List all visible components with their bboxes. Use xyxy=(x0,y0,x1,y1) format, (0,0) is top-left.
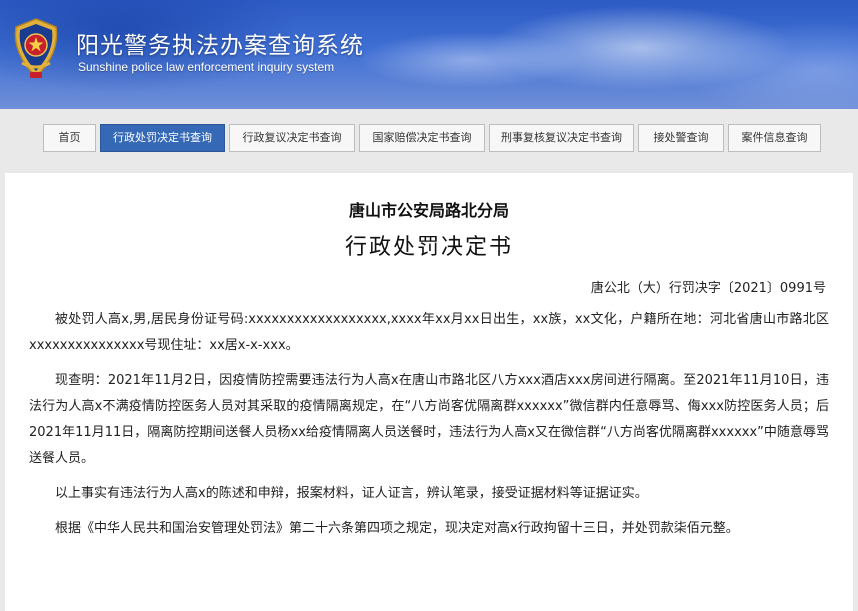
decision-document: 唐山市公安局路北分局 行政处罚决定书 唐公北（大）行罚决字〔2021〕0991号… xyxy=(5,173,853,611)
nav-state-compensation-query[interactable]: 国家赔偿决定书查询 xyxy=(359,124,485,152)
site-subtitle: Sunshine police law enforcement inquiry … xyxy=(78,60,335,74)
paragraph-party: 被处罚人高x,男,居民身份证号码:xxxxxxxxxxxxxxxxxx,xxxx… xyxy=(29,312,829,353)
document-title: 行政处罚决定书 xyxy=(344,235,513,260)
main-nav: 首页 行政处罚决定书查询 行政复议决定书查询 国家赔偿决定书查询 刑事复核复议决… xyxy=(0,109,858,167)
document-number: 唐公北（大）行罚决字〔2021〕0991号 xyxy=(590,281,826,296)
site-title: 阳光警务执法办案查询系统 xyxy=(76,33,364,59)
document-body: 被处罚人高x,男,居民身份证号码:xxxxxxxxxxxxxxxxxx,xxxx… xyxy=(29,307,829,551)
issuing-office: 唐山市公安局路北分局 xyxy=(348,201,509,220)
paragraph-decision: 根据《中华人民共和国治安管理处罚法》第二十六条第四项之规定，现决定对高x行政拘留… xyxy=(55,521,739,536)
nav-admin-penalty-query[interactable]: 行政处罚决定书查询 xyxy=(100,124,225,152)
paragraph-evidence: 以上事实有违法行为人高x的陈述和申辩，报案材料，证人证言，辨认笔录，接受证据材料… xyxy=(55,486,648,501)
nav-admin-review-query[interactable]: 行政复议决定书查询 xyxy=(229,124,355,152)
nav-home[interactable]: 首页 xyxy=(43,124,96,152)
nav-criminal-review-query[interactable]: 刑事复核复议决定书查询 xyxy=(489,124,634,152)
paragraph-facts: 现查明：2021年11月2日，因疫情防控需要违法行为人高x在唐山市路北区八方xx… xyxy=(29,373,829,466)
nav-police-dispatch-query[interactable]: 接处警查询 xyxy=(638,124,724,152)
police-emblem-icon xyxy=(14,18,58,79)
nav-case-info-query[interactable]: 案件信息查询 xyxy=(728,124,821,152)
site-header: 阳光警务执法办案查询系统 Sunshine police law enforce… xyxy=(0,0,858,109)
